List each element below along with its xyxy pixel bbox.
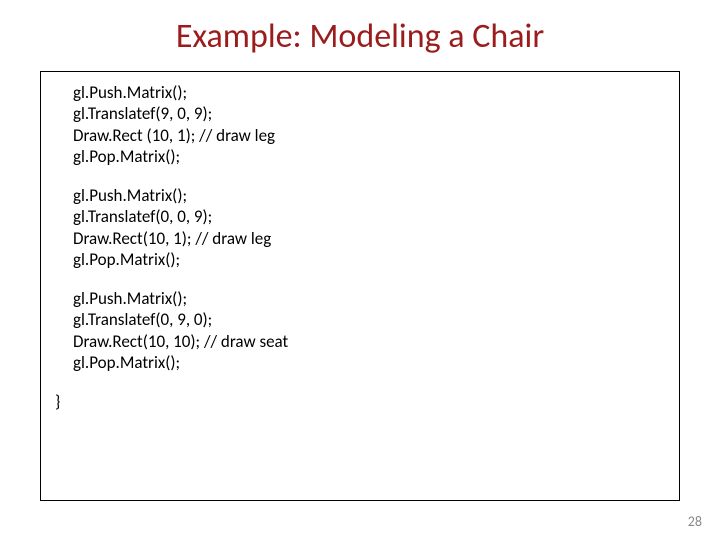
code-line: Draw.Rect (10, 1); // draw leg [73,125,665,146]
code-block-2: gl.Push.Matrix(); gl.Translatef(0, 0, 9)… [55,185,665,270]
slide-title: Example: Modeling a Chair [40,16,680,57]
code-line: Draw.Rect(10, 10); // draw seat [73,331,665,352]
code-line: gl.Translatef(0, 0, 9); [73,206,665,227]
slide: Example: Modeling a Chair gl.Push.Matrix… [0,0,720,540]
code-line: gl.Push.Matrix(); [73,185,665,206]
code-line: Draw.Rect(10, 1); // draw leg [73,228,665,249]
code-line: gl.Pop.Matrix(); [73,146,665,167]
code-line: gl.Pop.Matrix(); [73,249,665,270]
code-line: gl.Pop.Matrix(); [73,352,665,373]
page-number: 28 [688,513,702,530]
code-line: gl.Push.Matrix(); [73,288,665,309]
code-line: gl.Push.Matrix(); [73,82,665,103]
code-block-1: gl.Push.Matrix(); gl.Translatef(9, 0, 9)… [55,82,665,167]
code-box: gl.Push.Matrix(); gl.Translatef(9, 0, 9)… [40,71,680,501]
closing-brace: } [55,391,665,412]
code-line: gl.Translatef(9, 0, 9); [73,103,665,124]
code-line: gl.Translatef(0, 9, 0); [73,309,665,330]
code-block-3: gl.Push.Matrix(); gl.Translatef(0, 9, 0)… [55,288,665,373]
